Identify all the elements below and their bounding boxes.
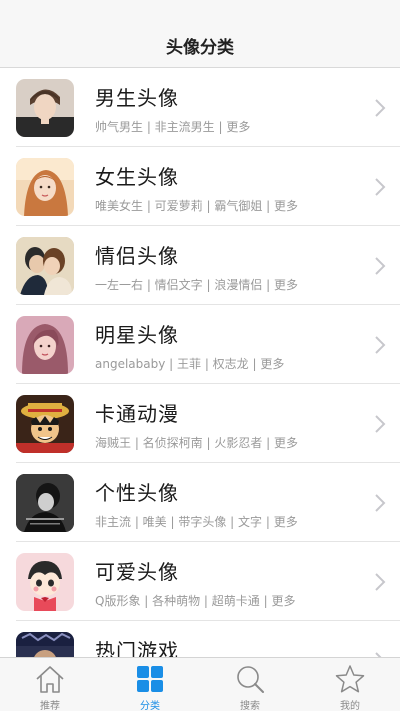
- category-row-cartoon[interactable]: 卡通动漫 海贼王 | 名侦探柯南 | 火影忍者 | 更多: [0, 384, 400, 463]
- category-row-male[interactable]: 男生头像 帅气男生 | 非主流男生 | 更多: [0, 68, 400, 147]
- page-title: 头像分类: [166, 38, 234, 58]
- tab-recommend[interactable]: 推荐: [0, 658, 100, 711]
- cute-avatar-image: [16, 553, 74, 611]
- couple-avatar-photo: [16, 237, 74, 295]
- chevron-right-icon: [375, 99, 386, 117]
- category-row-couple[interactable]: 情侣头像 一左一右 | 情侣文字 | 浪漫情侣 | 更多: [0, 226, 400, 305]
- grid-icon: [137, 666, 163, 692]
- chevron-right-icon: [375, 257, 386, 275]
- category-row-female[interactable]: 女生头像 唯美女生 | 可爱萝莉 | 霸气御姐 | 更多: [0, 147, 400, 226]
- tab-mine[interactable]: 我的: [300, 658, 400, 711]
- category-subtitle: 唯美女生 | 可爱萝莉 | 霸气御姐 | 更多: [95, 199, 299, 213]
- star-icon: [335, 665, 365, 693]
- category-title: 明星头像: [95, 323, 179, 347]
- category-subtitle: 一左一右 | 情侣文字 | 浪漫情侣 | 更多: [95, 278, 299, 292]
- search-icon: [237, 666, 264, 693]
- category-title: 热门游戏: [95, 639, 179, 657]
- personality-avatar-image: [16, 474, 74, 532]
- tab-label: 分类: [140, 701, 160, 711]
- category-subtitle: 帅气男生 | 非主流男生 | 更多: [95, 120, 251, 134]
- cartoon-avatar-image: [16, 395, 74, 453]
- category-title: 卡通动漫: [95, 402, 179, 426]
- category-subtitle: angelababy | 王菲 | 权志龙 | 更多: [95, 357, 285, 371]
- tab-category[interactable]: 分类: [100, 658, 200, 711]
- game-avatar-image: [16, 632, 74, 657]
- tab-search[interactable]: 搜索: [200, 658, 300, 711]
- category-list[interactable]: 男生头像 帅气男生 | 非主流男生 | 更多 女生头像 唯美女生 | 可爱萝莉 …: [0, 68, 400, 657]
- tab-label: 我的: [340, 701, 360, 711]
- tab-bar: 推荐 分类 搜索 我的: [0, 657, 400, 711]
- celebrity-avatar-photo: [16, 316, 74, 374]
- category-subtitle: 非主流 | 唯美 | 带字头像 | 文字 | 更多: [95, 515, 298, 529]
- category-subtitle: Q版形象 | 各种萌物 | 超萌卡通 | 更多: [95, 594, 296, 608]
- chevron-right-icon: [375, 178, 386, 196]
- category-row-celebrity[interactable]: 明星头像 angelababy | 王菲 | 权志龙 | 更多: [0, 305, 400, 384]
- chevron-right-icon: [375, 415, 386, 433]
- category-title: 可爱头像: [95, 560, 179, 584]
- category-title: 情侣头像: [95, 244, 179, 268]
- tab-label: 推荐: [40, 701, 60, 711]
- category-title: 女生头像: [95, 165, 179, 189]
- category-subtitle: 海贼王 | 名侦探柯南 | 火影忍者 | 更多: [95, 436, 299, 450]
- chevron-right-icon: [375, 573, 386, 591]
- chevron-right-icon: [375, 494, 386, 512]
- navigation-bar: 头像分类: [0, 0, 400, 68]
- category-title: 男生头像: [95, 86, 179, 110]
- male-avatar-photo: [16, 79, 74, 137]
- home-icon: [36, 666, 64, 693]
- female-avatar-photo: [16, 158, 74, 216]
- category-title: 个性头像: [95, 481, 179, 505]
- category-row-cute[interactable]: 可爱头像 Q版形象 | 各种萌物 | 超萌卡通 | 更多: [0, 542, 400, 621]
- category-row-games[interactable]: 热门游戏: [0, 621, 400, 657]
- category-row-personality[interactable]: 个性头像 非主流 | 唯美 | 带字头像 | 文字 | 更多: [0, 463, 400, 542]
- chevron-right-icon: [375, 336, 386, 354]
- tab-label: 搜索: [240, 701, 260, 711]
